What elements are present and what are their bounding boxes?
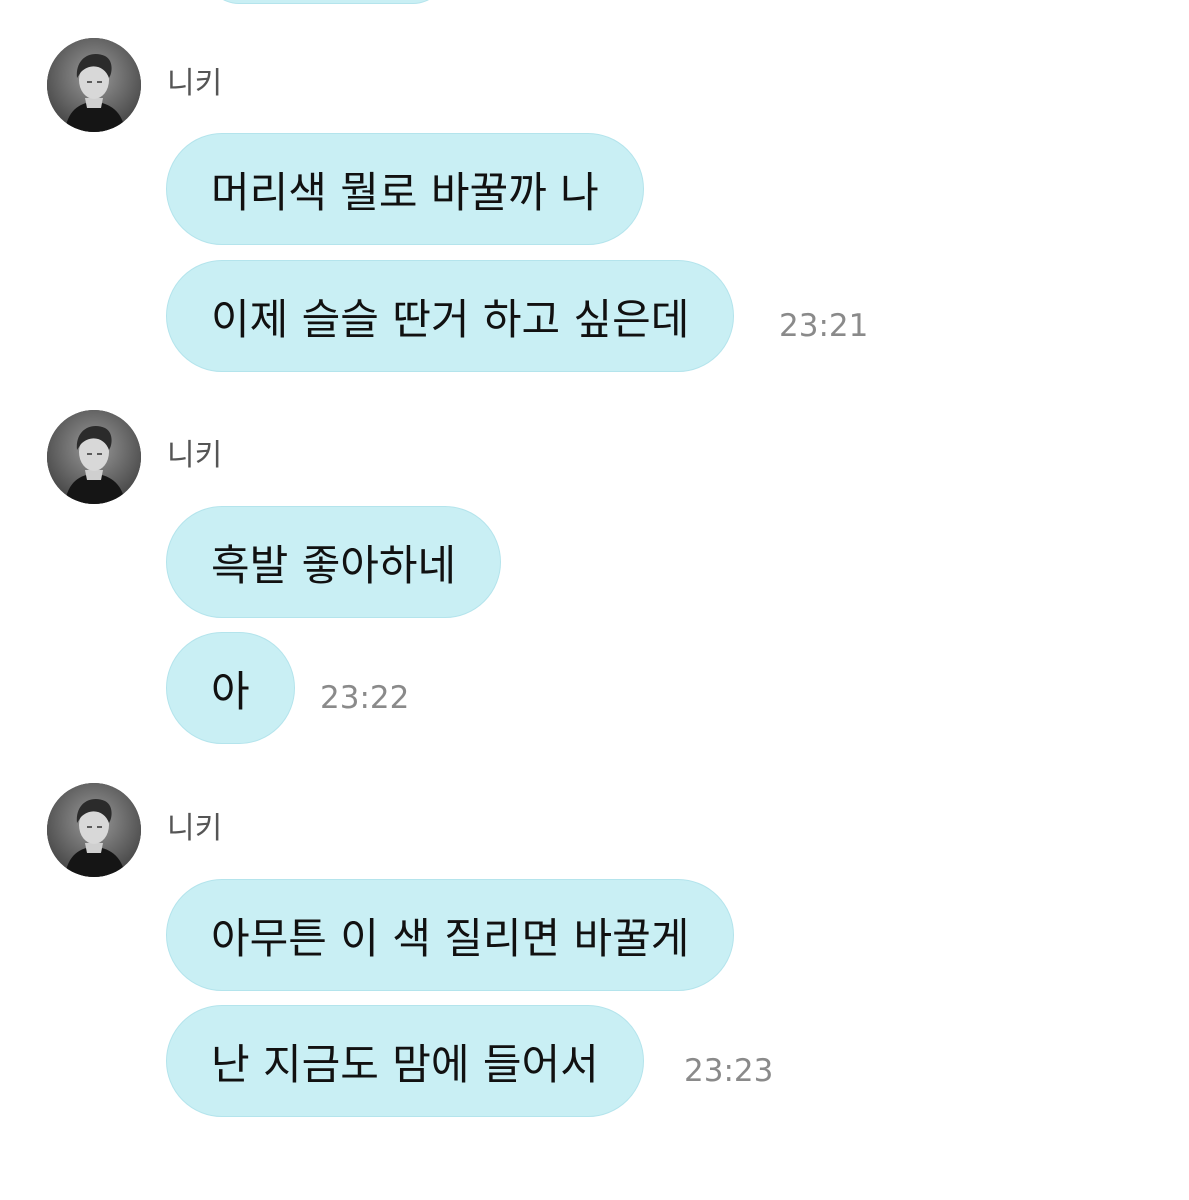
profile-photo-icon (47, 783, 141, 877)
sender-name: 니키 (167, 438, 223, 473)
message-bubble[interactable]: 이제 슬슬 딴거 하고 싶은데 (166, 260, 735, 372)
message-bubble[interactable]: 머리색 뭘로 바꿀까 나 (166, 133, 644, 245)
message-bubble[interactable]: 난 지금도 맘에 들어서 (166, 1005, 644, 1117)
avatar[interactable] (47, 783, 141, 877)
profile-photo-icon (47, 38, 141, 132)
message-time: 23:21 (779, 308, 869, 344)
message-bubble[interactable]: 아 (166, 632, 295, 744)
previous-message-bubble (205, 0, 447, 4)
message-time: 23:23 (684, 1053, 774, 1089)
message-time: 23:22 (320, 680, 410, 716)
message-bubble[interactable]: 아무튼 이 색 질리면 바꿀게 (166, 879, 735, 991)
message-bubble[interactable]: 흑발 좋아하네 (166, 506, 502, 618)
profile-photo-icon (47, 410, 141, 504)
sender-name: 니키 (167, 66, 223, 101)
sender-name: 니키 (167, 811, 223, 846)
avatar[interactable] (47, 38, 141, 132)
avatar[interactable] (47, 410, 141, 504)
